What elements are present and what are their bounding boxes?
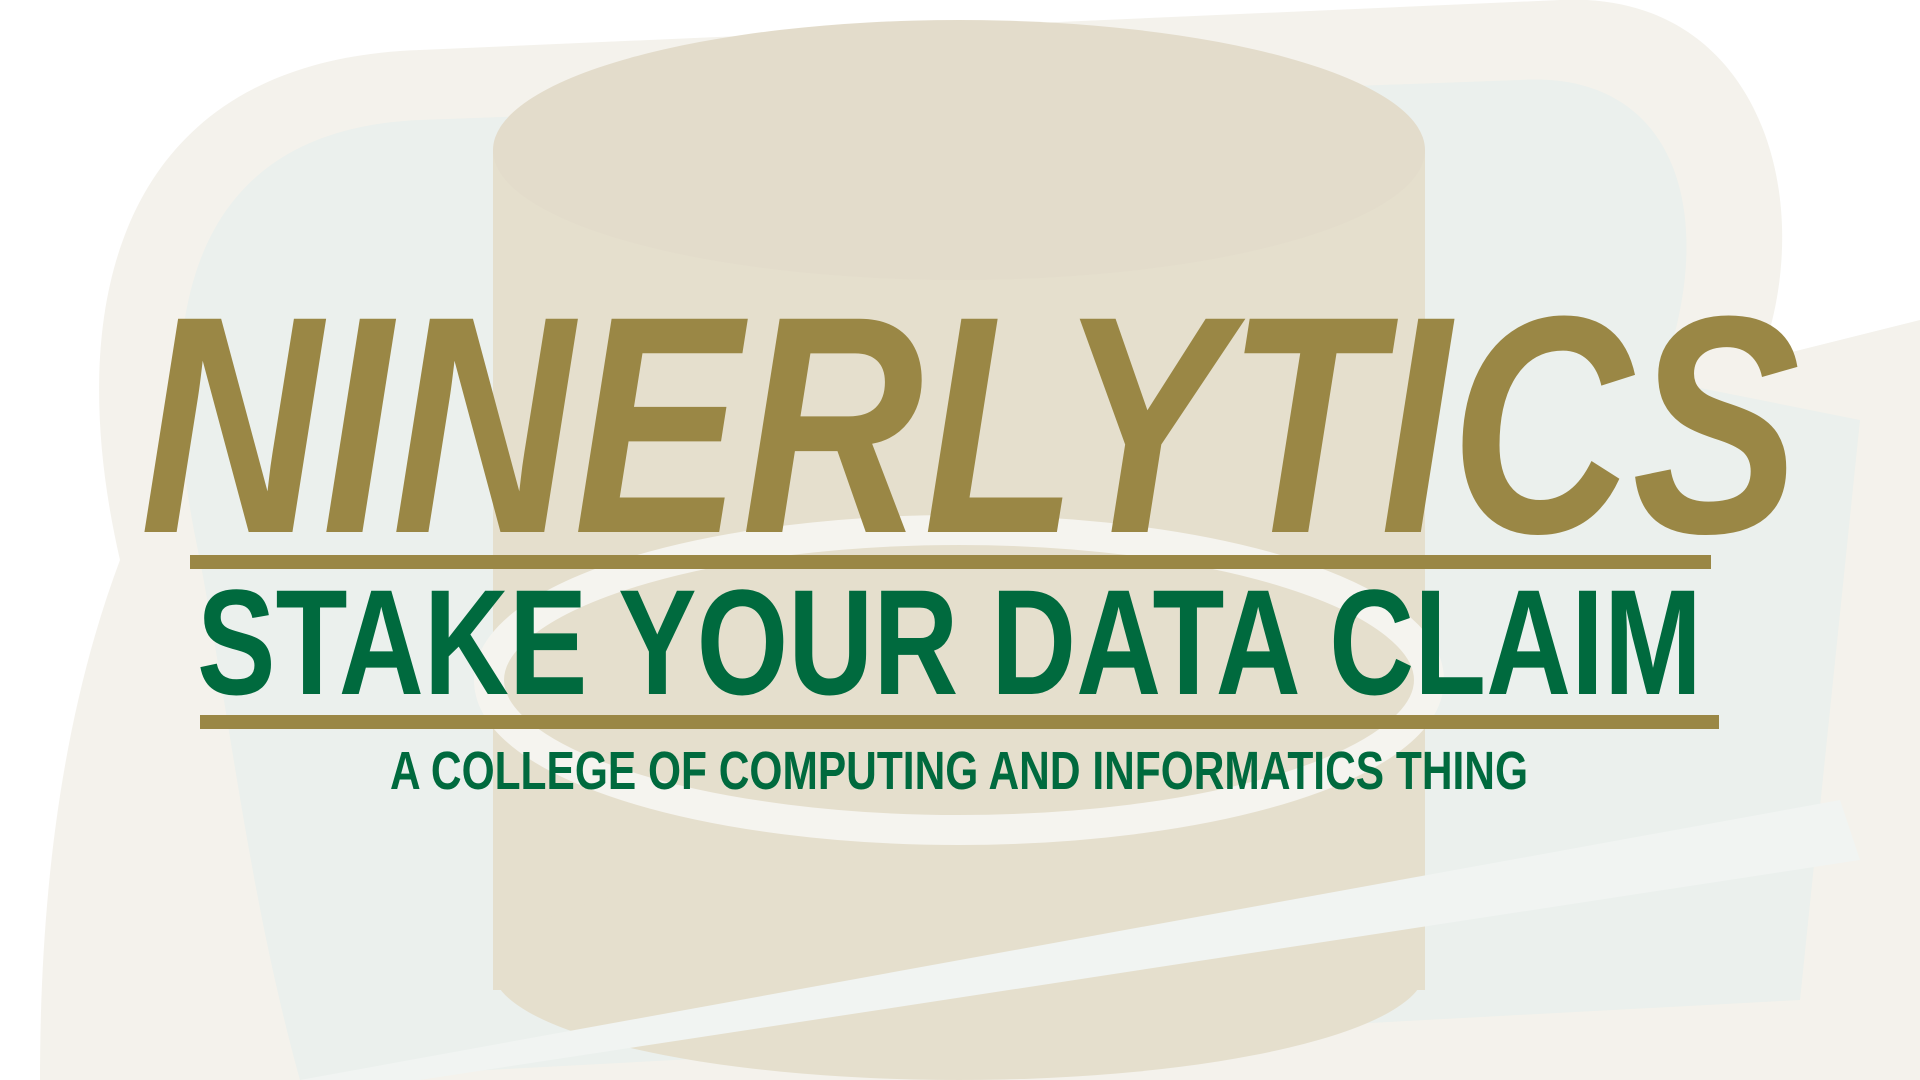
poster-tagline: A COLLEGE OF COMPUTING AND INFORMATICS T… [390,741,1528,801]
poster-title: NINERLYTICS [140,251,1801,598]
poster-content: NINERLYTICS STAKE YOUR DATA CLAIM A COLL… [140,251,1801,801]
poster-subtitle: STAKE YOUR DATA CLAIM [197,558,1702,726]
divider-bottom [200,715,1719,729]
